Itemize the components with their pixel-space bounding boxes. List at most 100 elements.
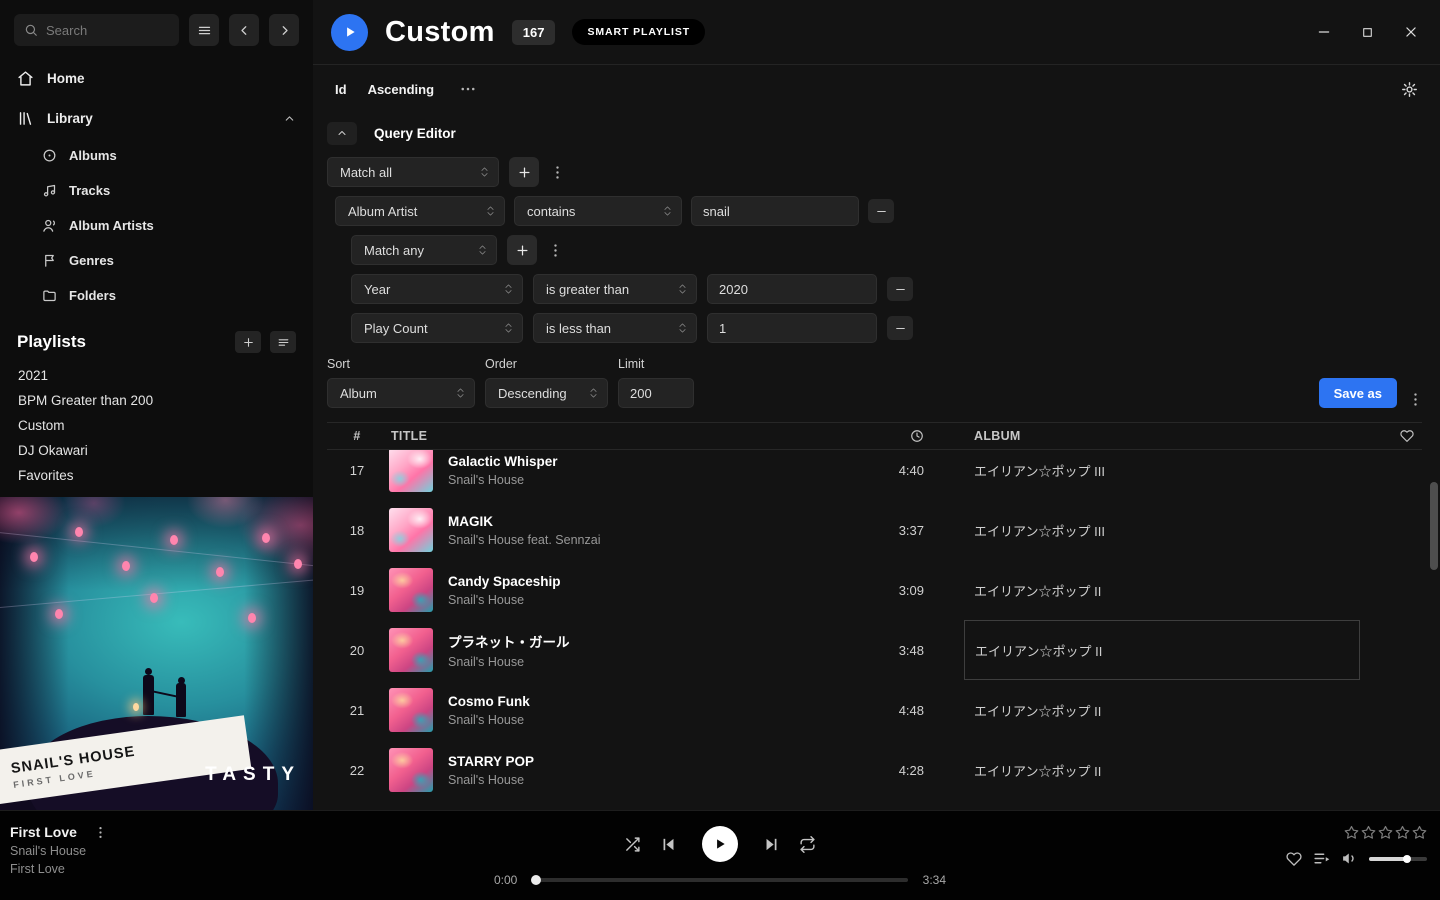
- close-button[interactable]: [1404, 25, 1418, 39]
- sidebar-item-tracks[interactable]: Tracks: [0, 173, 313, 208]
- rule-value-input[interactable]: [707, 313, 877, 343]
- save-options-kebab-icon[interactable]: [1407, 391, 1424, 408]
- track-row[interactable]: 18 MAGIK Snail's House feat. Sennzai 3:3…: [327, 500, 1422, 560]
- track-album[interactable]: エイリアン☆ポップ III: [964, 450, 1360, 500]
- sort-select[interactable]: Album: [327, 378, 475, 408]
- star-icon[interactable]: [1395, 825, 1410, 840]
- limit-input[interactable]: [618, 378, 694, 408]
- group-options-kebab-icon[interactable]: [549, 164, 566, 181]
- rule-operator-select[interactable]: is greater than: [533, 274, 697, 304]
- playlist-list-button[interactable]: [270, 331, 296, 353]
- volume-slider[interactable]: [1369, 857, 1427, 861]
- rule-field-select[interactable]: Album Artist: [335, 196, 505, 226]
- track-artist[interactable]: Snail's House: [448, 773, 534, 787]
- sidebar-item-albums[interactable]: Albums: [0, 138, 313, 173]
- group-match-select[interactable]: Match any: [351, 235, 497, 265]
- maximize-button[interactable]: [1361, 25, 1374, 39]
- track-title[interactable]: STARRY POP: [448, 754, 534, 769]
- save-as-button[interactable]: Save as: [1319, 378, 1397, 408]
- track-album[interactable]: エイリアン☆ポップ II: [964, 740, 1360, 800]
- menu-button[interactable]: [189, 14, 219, 46]
- previous-track-button[interactable]: [660, 836, 677, 853]
- track-row[interactable]: 20 プラネット・ガール Snail's House 3:48 エイリアン☆ポッ…: [327, 620, 1422, 680]
- nav-back-button[interactable]: [229, 14, 259, 46]
- track-artist[interactable]: Snail's House: [448, 655, 570, 669]
- play-playlist-button[interactable]: [331, 14, 368, 51]
- next-track-button[interactable]: [763, 836, 780, 853]
- add-group-rule-button[interactable]: [507, 235, 537, 265]
- nav-forward-button[interactable]: [269, 14, 299, 46]
- track-row[interactable]: 22 STARRY POP Snail's House 4:28 エイリアン☆ポ…: [327, 740, 1422, 800]
- minimize-button[interactable]: [1317, 25, 1331, 39]
- track-artist[interactable]: Snail's House: [448, 473, 558, 487]
- track-options-kebab-icon[interactable]: [93, 825, 108, 840]
- track-title[interactable]: Galactic Whisper: [448, 454, 558, 469]
- add-playlist-button[interactable]: [235, 331, 261, 353]
- track-title[interactable]: プラネット・ガール: [448, 631, 570, 651]
- column-header-favorite[interactable]: [1360, 429, 1422, 443]
- add-rule-button[interactable]: [509, 157, 539, 187]
- playlist-item-custom[interactable]: Custom: [0, 413, 313, 438]
- search-input[interactable]: [46, 23, 169, 38]
- search-box[interactable]: [14, 14, 179, 46]
- track-album[interactable]: エイリアン☆ポップ II: [964, 560, 1360, 620]
- volume-knob[interactable]: [1403, 855, 1411, 863]
- remove-rule-button[interactable]: [868, 199, 894, 223]
- now-playing-title[interactable]: First Love: [10, 824, 77, 840]
- sort-field-button[interactable]: Id: [335, 82, 347, 97]
- scrollbar-thumb[interactable]: [1430, 482, 1438, 570]
- playlist-item-2021[interactable]: 2021: [0, 363, 313, 388]
- playlist-item-dj-okawari[interactable]: DJ Okawari: [0, 438, 313, 463]
- track-album-focused-cell[interactable]: エイリアン☆ポップ II: [964, 620, 1360, 680]
- repeat-button[interactable]: [799, 836, 816, 853]
- group-options-kebab-icon[interactable]: [547, 242, 564, 259]
- track-row[interactable]: 19 Candy Spaceship Snail's House 3:09 エイ…: [327, 560, 1422, 620]
- rule-operator-select[interactable]: contains: [514, 196, 682, 226]
- track-row[interactable]: 21 Cosmo Funk Snail's House 4:48 エイリアン☆ポ…: [327, 680, 1422, 740]
- playlist-item-favorites[interactable]: Favorites: [0, 463, 313, 488]
- shuffle-button[interactable]: [624, 836, 641, 853]
- settings-gear-icon[interactable]: [1401, 81, 1418, 98]
- seek-knob[interactable]: [531, 875, 541, 885]
- more-options-icon[interactable]: [459, 80, 477, 98]
- remove-rule-button[interactable]: [887, 277, 913, 301]
- rule-value-input[interactable]: [691, 196, 859, 226]
- now-playing-artist[interactable]: Snail's House: [10, 844, 108, 858]
- column-header-duration[interactable]: [840, 429, 930, 443]
- column-header-title[interactable]: TITLE: [387, 429, 840, 443]
- favorite-heart-button[interactable]: [1286, 851, 1302, 867]
- track-title[interactable]: MAGIK: [448, 514, 600, 529]
- sidebar-item-genres[interactable]: Genres: [0, 243, 313, 278]
- track-artist[interactable]: Snail's House: [448, 713, 530, 727]
- star-icon[interactable]: [1344, 825, 1359, 840]
- track-album[interactable]: エイリアン☆ポップ III: [964, 500, 1360, 560]
- track-row[interactable]: 17 Galactic Whisper Snail's House 4:40 エ…: [327, 450, 1422, 500]
- volume-icon[interactable]: [1341, 850, 1358, 867]
- sidebar-item-folders[interactable]: Folders: [0, 278, 313, 313]
- root-match-select[interactable]: Match all: [327, 157, 499, 187]
- rule-field-select[interactable]: Play Count: [351, 313, 523, 343]
- rule-field-select[interactable]: Year: [351, 274, 523, 304]
- sidebar-item-home[interactable]: Home: [0, 58, 313, 98]
- now-playing-artwork[interactable]: SNAIL'S HOUSE FIRST LOVE TASTY: [0, 497, 313, 810]
- track-title[interactable]: Cosmo Funk: [448, 694, 530, 709]
- star-icon[interactable]: [1361, 825, 1376, 840]
- track-artist[interactable]: Snail's House: [448, 593, 561, 607]
- track-album[interactable]: エイリアン☆ポップ II: [964, 680, 1360, 740]
- collapse-query-editor-button[interactable]: [327, 122, 357, 145]
- star-icon[interactable]: [1412, 825, 1427, 840]
- sidebar-item-album-artists[interactable]: Album Artists: [0, 208, 313, 243]
- rule-value-input[interactable]: [707, 274, 877, 304]
- track-title[interactable]: Candy Spaceship: [448, 574, 561, 589]
- play-pause-button[interactable]: [702, 826, 738, 862]
- column-header-number[interactable]: #: [327, 429, 387, 443]
- playlist-item-bpm[interactable]: BPM Greater than 200: [0, 388, 313, 413]
- now-playing-album[interactable]: First Love: [10, 862, 108, 876]
- remove-rule-button[interactable]: [887, 316, 913, 340]
- rule-operator-select[interactable]: is less than: [533, 313, 697, 343]
- queue-button[interactable]: [1313, 850, 1330, 867]
- sidebar-item-library[interactable]: Library: [0, 98, 313, 138]
- track-artist[interactable]: Snail's House feat. Sennzai: [448, 533, 600, 547]
- sort-order-button[interactable]: Ascending: [368, 82, 434, 97]
- column-header-album[interactable]: ALBUM: [930, 429, 1360, 443]
